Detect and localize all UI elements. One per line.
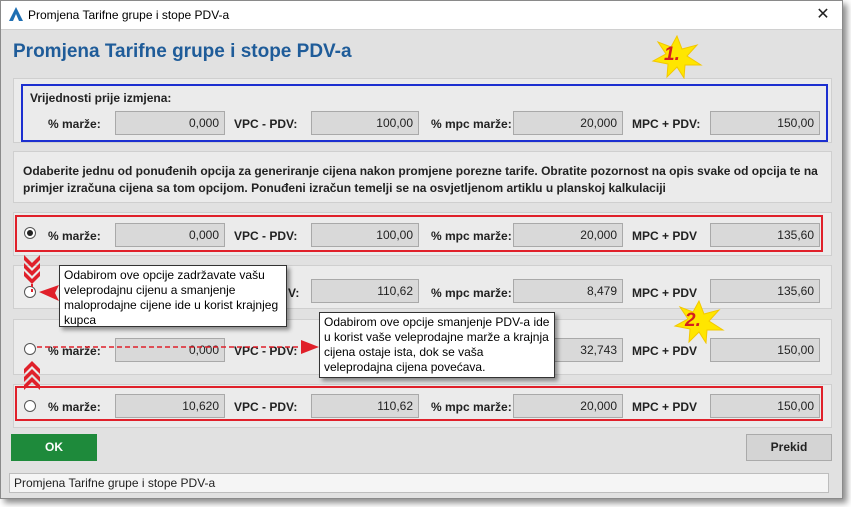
option-4-mpc-marza-field: 20,000 [513, 394, 623, 418]
before-vpc-field: 100,00 [311, 111, 419, 135]
option-1-marza-field: 0,000 [115, 223, 225, 247]
before-values-panel: Vrijednosti prije izmjena: % marže: 0,00… [13, 78, 832, 143]
ok-button[interactable]: OK [11, 434, 97, 461]
option-1-marza-label: % marže: [48, 229, 101, 243]
option-3-mpc-field: 150,00 [710, 338, 820, 362]
option-2-radio[interactable] [24, 286, 36, 298]
before-mpc-marza-label: % mpc marže: [431, 117, 512, 131]
dialog-window: Promjena Tarifne grupe i stope PDV-a ✕ P… [0, 0, 843, 499]
option-2-vpc-label: V: [288, 286, 300, 300]
option-2-vpc-field: 110,62 [311, 279, 419, 303]
option-4-marza-field: 10,620 [115, 394, 225, 418]
before-marza-label: % marže: [48, 117, 101, 131]
option-2-mpc-field: 135,60 [710, 279, 820, 303]
cancel-button[interactable]: Prekid [746, 434, 832, 461]
option-4-mpc-label: MPC + PDV [632, 400, 698, 414]
option-1-mpc-field: 135,60 [710, 223, 820, 247]
option-4-mpc-field: 150,00 [710, 394, 820, 418]
option-3-marza-label: % marže: [48, 344, 101, 358]
before-section-label: Vrijednosti prije izmjena: [30, 91, 172, 105]
option-3-vpc-label: VPC - PDV: [234, 344, 298, 358]
status-bar: Promjena Tarifne grupe i stope PDV-a [9, 473, 829, 493]
before-vpc-label: VPC - PDV: [234, 117, 298, 131]
option-1-radio[interactable] [24, 227, 36, 239]
callout-option-2: Odabirom ove opcije smanjenje PDV-a ide … [319, 312, 555, 378]
callout-option-1: Odabirom ove opcije zadržavate vašu vele… [59, 265, 287, 327]
badge-one: 1. [664, 44, 680, 65]
option-3-marza-field: 0,000 [115, 338, 225, 362]
option-1-vpc-field: 100,00 [311, 223, 419, 247]
option-4-marza-label: % marže: [48, 400, 101, 414]
before-mpc-marza-field: 20,000 [513, 111, 623, 135]
option-1-vpc-label: VPC - PDV: [234, 229, 298, 243]
option-2-mpc-marza-field: 8,479 [513, 279, 623, 303]
option-1-mpc-label: MPC + PDV [632, 229, 698, 243]
before-mpc-field: 150,00 [710, 111, 820, 135]
window-title: Promjena Tarifne grupe i stope PDV-a [28, 8, 230, 22]
badge-two: 2. [685, 310, 701, 331]
app-logo-icon [9, 7, 23, 21]
title-bar: Promjena Tarifne grupe i stope PDV-a ✕ [1, 1, 842, 30]
option-1-row: % marže: 0,000 VPC - PDV: 100,00 % mpc m… [13, 212, 832, 256]
option-2-mpc-marza-label: % mpc marže: [431, 286, 512, 300]
option-1-mpc-marza-label: % mpc marže: [431, 229, 512, 243]
before-mpc-label: MPC + PDV: [632, 117, 701, 131]
option-4-mpc-marza-label: % mpc marže: [431, 400, 512, 414]
page-title: Promjena Tarifne grupe i stope PDV-a [13, 41, 352, 62]
option-3-mpc-label: MPC + PDV [632, 344, 698, 358]
description-text: Odaberite jednu od ponuđenih opcija za g… [23, 164, 818, 195]
option-2-mpc-label: MPC + PDV [632, 286, 698, 300]
option-4-vpc-label: VPC - PDV: [234, 400, 298, 414]
option-1-mpc-marza-field: 20,000 [513, 223, 623, 247]
option-3-radio[interactable] [24, 343, 36, 355]
option-4-radio[interactable] [24, 400, 36, 412]
close-button[interactable]: ✕ [812, 4, 834, 26]
before-marza-field: 0,000 [115, 111, 225, 135]
option-4-row: % marže: 10,620 VPC - PDV: 110,62 % mpc … [13, 384, 832, 428]
option-4-vpc-field: 110,62 [311, 394, 419, 418]
